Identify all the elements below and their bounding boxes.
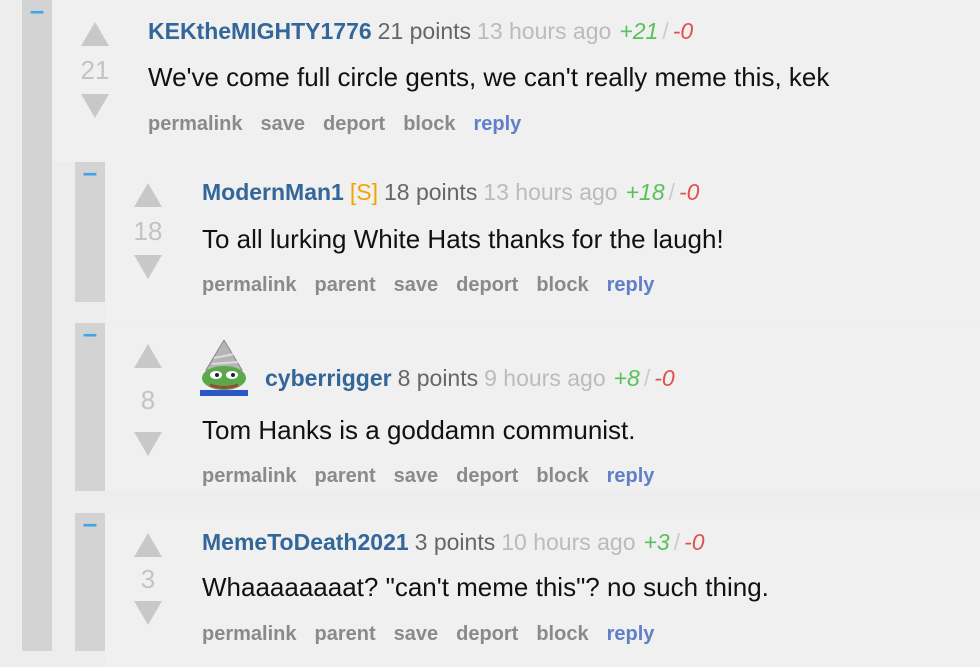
comment-actions: permalink parent save deport block reply <box>202 623 672 646</box>
points: 8 points <box>397 365 479 391</box>
save-link[interactable]: save <box>394 274 439 296</box>
upvote-count: +21 <box>619 18 659 44</box>
points: 3 points <box>414 529 496 555</box>
upvote-count: +18 <box>625 179 665 205</box>
save-link[interactable]: save <box>260 113 305 135</box>
downvote-count: -0 <box>672 18 694 44</box>
permalink-link[interactable]: permalink <box>202 465 296 487</box>
comment-tagline: ModernMan1 [S] 18 points 13 hours ago +18/-0 <box>202 179 699 206</box>
save-link[interactable]: save <box>394 465 439 487</box>
separator: / <box>668 179 676 205</box>
author-link[interactable]: cyberrigger <box>265 365 392 391</box>
comment-body: To all lurking White Hats thanks for the… <box>202 224 724 254</box>
block-link[interactable]: block <box>536 274 588 296</box>
comment-actions: permalink parent save deport block reply <box>202 465 672 488</box>
collapse-button[interactable]: – <box>22 0 52 26</box>
collapse-button[interactable]: – <box>75 159 105 188</box>
deport-link[interactable]: deport <box>323 113 385 135</box>
collapse-bar[interactable]: – <box>75 510 105 651</box>
downvote-count: -0 <box>654 365 675 391</box>
collapse-bar[interactable]: – <box>22 0 52 651</box>
collapse-bar[interactable]: – <box>75 159 105 302</box>
deport-link[interactable]: deport <box>456 465 518 487</box>
vote-column: 21 <box>75 22 115 118</box>
score: 18 <box>133 216 163 246</box>
downvote-count: -0 <box>684 529 705 555</box>
timestamp: 10 hours ago <box>501 529 636 555</box>
separator: / <box>662 18 669 44</box>
points: 18 points <box>383 179 478 205</box>
score: 21 <box>80 55 110 85</box>
block-link[interactable]: block <box>403 113 455 135</box>
collapse-button[interactable]: – <box>75 510 105 539</box>
upvote-arrow-icon[interactable] <box>134 183 162 207</box>
reply-link[interactable]: reply <box>607 623 655 645</box>
score: 8 <box>140 385 156 415</box>
parent-link[interactable]: parent <box>314 623 375 645</box>
downvote-arrow-icon[interactable] <box>134 255 162 279</box>
comment-body: Whaaaaaaaat? "can't meme this"? no such … <box>202 572 769 602</box>
downvote-arrow-icon[interactable] <box>134 432 162 456</box>
save-link[interactable]: save <box>394 623 439 645</box>
author-link[interactable]: KEKtheMIGHTY1776 <box>148 18 372 44</box>
reply-link[interactable]: reply <box>607 465 655 487</box>
vote-column: 8 <box>128 344 168 456</box>
timestamp: 9 hours ago <box>484 365 606 391</box>
points: 21 points <box>377 18 472 44</box>
separator: / <box>673 529 681 555</box>
comment-body: Tom Hanks is a goddamn communist. <box>202 415 636 445</box>
timestamp: 13 hours ago <box>477 18 612 44</box>
reply-link[interactable]: reply <box>607 274 655 296</box>
comment-thread: – 21 KEKtheMIGHTY1776 21 points 13 hours a… <box>0 0 980 667</box>
separator: / <box>643 365 651 391</box>
deport-link[interactable]: deport <box>456 274 518 296</box>
author-link[interactable]: MemeToDeath2021 <box>202 529 409 555</box>
block-link[interactable]: block <box>536 465 588 487</box>
collapse-bar[interactable]: – <box>75 320 105 491</box>
permalink-link[interactable]: permalink <box>202 623 296 645</box>
author-link[interactable]: ModernMan1 <box>202 179 344 205</box>
vote-column: 18 <box>128 183 168 279</box>
collapse-button[interactable]: – <box>75 320 105 349</box>
comment-tagline: KEKtheMIGHTY1776 21 points 13 hours ago +21… <box>148 18 693 45</box>
vote-column: 3 <box>128 533 168 625</box>
permalink-link[interactable]: permalink <box>148 113 242 135</box>
tinfoil-hat-frog-avatar-icon <box>200 340 248 396</box>
parent-link[interactable]: parent <box>314 465 375 487</box>
downvote-arrow-icon[interactable] <box>81 94 109 118</box>
parent-link[interactable]: parent <box>314 274 375 296</box>
upvote-arrow-icon[interactable] <box>134 344 162 368</box>
reply-link[interactable]: reply <box>473 113 521 135</box>
permalink-link[interactable]: permalink <box>202 274 296 296</box>
downvote-arrow-icon[interactable] <box>134 601 162 625</box>
comment-tagline: cyberrigger 8 points 9 hours ago +8/-0 <box>265 365 675 392</box>
deport-link[interactable]: deport <box>456 623 518 645</box>
comment-body: We've come full circle gents, we can't r… <box>148 62 830 92</box>
upvote-arrow-icon[interactable] <box>81 22 109 46</box>
comment-actions: permalink parent save deport block reply <box>202 274 672 297</box>
timestamp: 13 hours ago <box>483 179 618 205</box>
submitter-badge: [S] <box>349 179 378 205</box>
block-link[interactable]: block <box>536 623 588 645</box>
downvote-count: -0 <box>679 179 700 205</box>
upvote-count: +3 <box>643 529 670 555</box>
comment-tagline: MemeToDeath2021 3 points 10 hours ago +3/-0 <box>202 529 705 556</box>
score: 3 <box>140 564 156 594</box>
upvote-count: +8 <box>613 365 640 391</box>
upvote-arrow-icon[interactable] <box>134 533 162 557</box>
comment-actions: permalink save deport block reply <box>148 113 539 136</box>
